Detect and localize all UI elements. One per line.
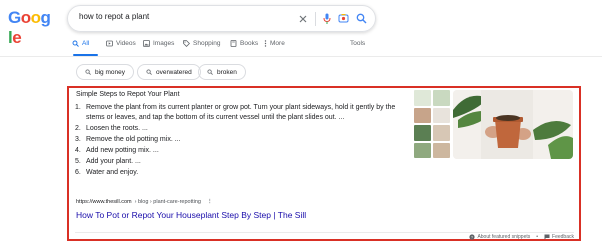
list-item: 3. Remove the old potting mix. ... — [75, 136, 181, 143]
more-options-icon[interactable]: ⋮ — [207, 199, 213, 205]
feedback-link[interactable]: Feedback — [544, 234, 574, 240]
tab-label: Videos — [116, 40, 136, 47]
tab-all[interactable]: All — [72, 40, 89, 47]
list-item: 6. Water and enjoy. — [75, 169, 139, 176]
search-query[interactable]: how to repot a plant — [79, 12, 149, 21]
about-featured-snippets-link[interactable]: ? About featured snippets — [469, 234, 530, 240]
tabs-divider — [0, 56, 602, 57]
logo-letter: G — [8, 8, 21, 27]
tab-label: More — [270, 40, 285, 47]
google-logo[interactable]: Google — [8, 8, 52, 47]
tab-label: Shopping — [193, 40, 221, 47]
chip-big-money[interactable]: big money — [76, 64, 134, 80]
book-icon — [230, 40, 237, 47]
tab-label: Books — [240, 40, 259, 47]
result-title-link[interactable]: How To Pot or Repot Your Houseplant Step… — [76, 210, 306, 220]
logo-letter: e — [12, 28, 22, 47]
url-domain: https://www.thesill.com — [76, 199, 132, 205]
list-item: 5. Add your plant. ... — [75, 158, 141, 165]
thumbnail-image[interactable] — [433, 107, 450, 123]
feedback-icon — [544, 234, 550, 240]
logo-letter: g — [40, 8, 51, 27]
chip-overwatered[interactable]: overwatered — [137, 64, 201, 80]
camera-lens-icon[interactable] — [338, 13, 349, 24]
search-icon — [85, 69, 91, 75]
thumbnail-image[interactable] — [433, 142, 450, 158]
footer-separator: • — [536, 234, 539, 240]
snippet-steps-list: 1. Remove the plant from its current plan… — [75, 103, 405, 179]
tab-images[interactable]: Images — [143, 40, 174, 47]
list-item: 2. Loosen the roots. ... — [75, 125, 148, 132]
snippet-footer: ? About featured snippets • Feedback — [469, 234, 574, 240]
chip-label: big money — [95, 68, 125, 76]
search-tabs: All Videos Images Shopping Books More To… — [72, 40, 602, 54]
tab-label: All — [82, 40, 90, 47]
list-item: 1. Remove the plant from its current plan… — [75, 104, 396, 121]
shopping-tag-icon — [183, 40, 190, 47]
chip-label: broken — [217, 68, 237, 76]
search-icon — [207, 69, 213, 75]
chip-broken[interactable]: broken — [198, 64, 246, 80]
thumbnail-image[interactable] — [414, 107, 431, 123]
result-url[interactable]: https://www.thesill.com › blog › plant-c… — [76, 199, 212, 205]
search-bar[interactable]: how to repot a plant — [67, 5, 376, 32]
url-path: › blog › plant-care-repotting — [134, 199, 201, 205]
searchbar-separator — [315, 11, 316, 26]
image-icon — [143, 40, 150, 47]
video-icon — [106, 40, 113, 47]
tools-button[interactable]: Tools — [350, 40, 365, 47]
tab-videos[interactable]: Videos — [106, 40, 136, 47]
help-circle-icon: ? — [469, 234, 476, 240]
thumbnail-image[interactable] — [414, 125, 431, 141]
search-icon[interactable] — [356, 13, 367, 24]
logo-letter: o — [30, 8, 41, 27]
list-item: 4. Add new potting mix. ... — [75, 147, 159, 154]
more-vert-icon — [264, 40, 267, 47]
thumbnail-image[interactable] — [433, 125, 450, 141]
thumbnail-image[interactable] — [433, 90, 450, 106]
tab-books[interactable]: Books — [230, 40, 258, 47]
search-icon — [72, 40, 79, 47]
microphone-icon[interactable] — [323, 13, 331, 25]
repotting-photo[interactable] — [453, 90, 573, 159]
thumbnail-image[interactable] — [414, 142, 431, 158]
chip-label: overwatered — [156, 68, 192, 76]
tab-more[interactable]: More — [264, 40, 285, 47]
tools-label: Tools — [350, 40, 366, 47]
clear-search-icon[interactable] — [298, 14, 308, 24]
snippet-divider — [75, 232, 574, 233]
snippet-thumbnail-grid[interactable] — [414, 90, 450, 158]
thumbnail-image[interactable] — [414, 90, 431, 106]
search-icon — [146, 69, 152, 75]
snippet-title: Simple Steps to Repot Your Plant — [76, 91, 180, 98]
logo-letter: o — [20, 8, 31, 27]
tab-shopping[interactable]: Shopping — [183, 40, 220, 47]
tab-label: Images — [153, 40, 175, 47]
